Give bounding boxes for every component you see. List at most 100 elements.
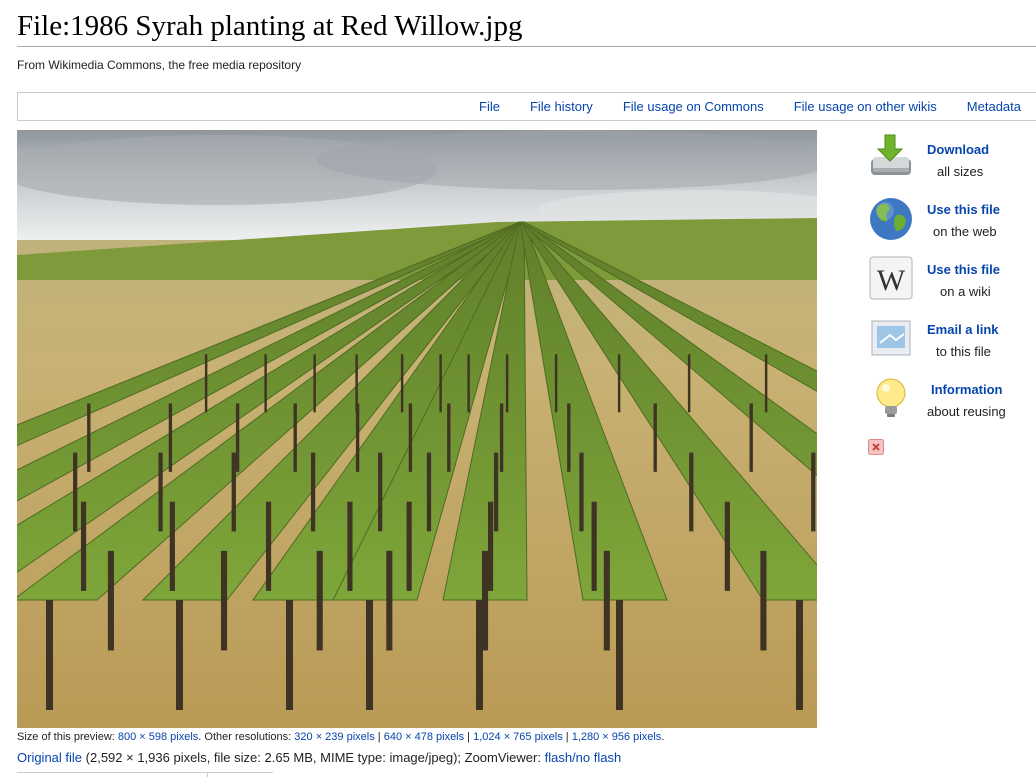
vine-trunk [80,501,87,591]
site-tagline: From Wikimedia Commons, the free media r… [17,58,302,72]
vine-trunk [567,403,571,472]
vine-trunk [220,550,228,651]
use-on-wiki-link[interactable]: Use this file [927,262,1000,277]
original-file-details: (2,592 × 1,936 pixels, file size: 2.65 M… [82,750,545,765]
original-file-link[interactable]: Original file [17,750,82,765]
original-file-info: Original file (2,592 × 1,936 pixels, fil… [17,750,621,765]
resolution-link-1280[interactable]: 1,280 × 956 pixels [572,731,662,743]
vine-trunk [313,354,316,413]
vine-trunk [499,403,504,472]
use-on-wiki-item[interactable]: W Use this file on a wiki [866,253,1036,303]
vine-trunk [447,403,451,472]
title-divider [17,46,1036,47]
vine-trunk [87,403,91,472]
vine-trunk [310,452,316,532]
file-section-tabs: File File history File usage on Commons … [17,92,1036,121]
vine-trunk [293,403,297,472]
vine-trunk [616,600,623,710]
preview-size-link[interactable]: 800 × 598 pixels [118,731,198,743]
lightbulb-icon [876,378,906,417]
tab-file[interactable]: File [464,93,515,120]
tab-metadata[interactable]: Metadata [952,93,1036,120]
vine-trunk [487,501,494,591]
download-subtitle: all sizes [937,164,984,179]
vine-trunk [265,501,272,591]
vine-trunk [760,550,767,651]
vine-trunk [158,452,163,532]
email-link[interactable]: Email a link [927,322,999,337]
vine-trunk [235,403,240,472]
vine-trunk [204,354,208,413]
tab-file-history[interactable]: File history [515,93,608,120]
vineyard-photo [17,130,817,728]
vine-trunk [73,452,78,532]
vine-trunk [231,452,236,532]
vine-trunk [169,501,175,591]
preview-size-label: Size of this preview: [17,731,118,743]
download-item[interactable]: Download all sizes [866,133,1036,183]
resolution-separator: | [464,731,474,743]
download-icon [871,134,911,175]
vine-trunk [749,403,753,472]
information-item[interactable]: Information about reusing [866,373,1036,423]
vine-trunk [579,452,584,532]
vine-trunk [347,501,353,591]
resolution-end: . [661,731,665,743]
vine-trunk [764,354,768,413]
email-subtitle: to this file [936,344,991,359]
information-link[interactable]: Information [931,382,1003,397]
vine-trunk [426,452,432,532]
vine-trunk [366,600,373,710]
download-link[interactable]: Download [927,142,989,157]
page-title: File:1986 Syrah planting at Red Willow.j… [17,10,523,42]
tab-file-usage-other-wikis[interactable]: File usage on other wikis [779,93,952,120]
resolution-separator: | [374,731,384,743]
vine-trunk [796,600,803,710]
vine-trunk [811,452,816,532]
resolution-link-640[interactable]: 640 × 478 pixels [384,731,464,743]
use-on-web-item[interactable]: Use this file on the web [866,193,1036,243]
vine-trunk [476,600,483,710]
globe-icon [870,198,912,240]
vine-trunk [439,354,442,413]
vine-trunk [653,403,657,472]
vine-trunk [687,354,691,413]
vine-trunk [107,550,114,651]
tab-file-usage-commons[interactable]: File usage on Commons [608,93,779,120]
use-on-web-subtitle: on the web [933,224,997,239]
vine-trunk [505,354,509,413]
resolution-link-1024[interactable]: 1,024 × 765 pixels [473,731,563,743]
svg-text:W: W [877,264,906,297]
zoomviewer-link[interactable]: flash/no flash [545,750,622,765]
resolution-link-320[interactable]: 320 × 239 pixels [294,731,374,743]
other-resolutions-label: . Other resolutions: [198,731,295,743]
vine-trunk [603,550,610,651]
vine-trunk [591,501,597,591]
vine-trunk [493,452,499,532]
vine-trunk [316,550,323,651]
vine-trunk [176,600,183,710]
vine-trunk [406,501,412,591]
email-icon [871,320,911,356]
vine-trunk [724,501,730,591]
vine-trunk [168,403,173,472]
vine-trunk [264,354,267,413]
vine-trunk [554,354,558,413]
close-icon[interactable] [868,439,884,455]
information-subtitle: about reusing [927,404,1006,419]
vine-trunk [46,600,53,710]
email-link-item[interactable]: Email a link to this file [866,313,1036,363]
wikipedia-icon: W [869,256,913,300]
file-preview-image[interactable] [17,130,817,728]
vine-trunk [408,403,413,472]
vine-trunk [386,550,393,651]
vine-trunk [378,452,383,532]
vine-trunk [467,354,470,413]
vine-trunk [400,354,404,413]
preview-resolutions: Size of this preview: 800 × 598 pixels. … [17,731,664,743]
vine-trunk [617,354,621,413]
use-on-web-link[interactable]: Use this file [927,202,1000,217]
bottom-divider [17,772,273,777]
resolution-separator: | [562,731,572,743]
vine-trunk [689,452,694,532]
